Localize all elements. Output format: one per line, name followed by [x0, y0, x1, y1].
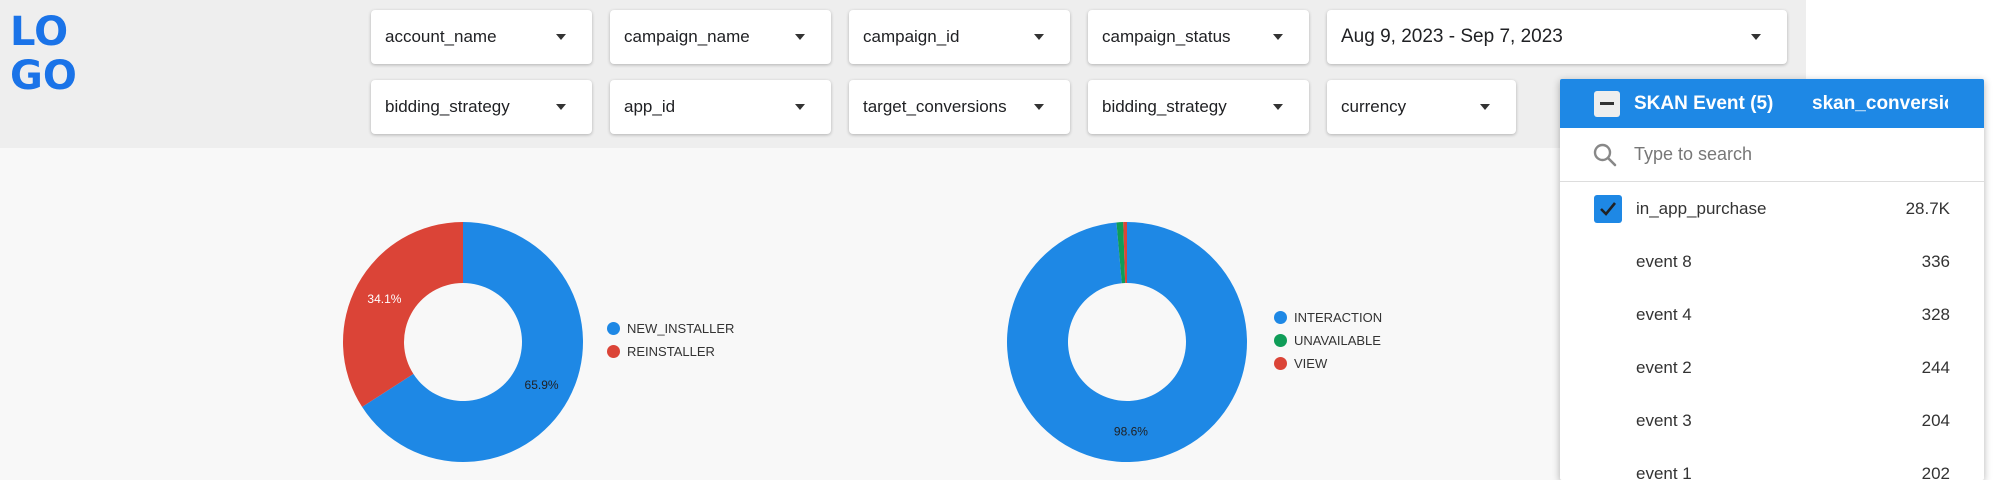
- legend-item: VIEW: [1274, 352, 1382, 375]
- filter-label: account_name: [385, 27, 497, 46]
- dropdown-search[interactable]: Type to search: [1560, 128, 1984, 182]
- checkbox[interactable]: [1594, 354, 1622, 382]
- filter-app-id[interactable]: app_id: [610, 80, 831, 134]
- item-count: 244: [1921, 357, 1950, 377]
- dropdown-arrow-icon: [1034, 34, 1044, 40]
- dropdown-arrow-icon: [795, 34, 805, 40]
- item-name: event 8: [1636, 251, 1692, 271]
- legend-swatch: [607, 322, 620, 335]
- legend-item: UNAVAILABLE: [1274, 329, 1382, 352]
- legend-item: INTERACTION: [1274, 306, 1382, 329]
- list-item[interactable]: event 8 336: [1560, 235, 1984, 288]
- legend-item: REINSTALLER: [607, 340, 734, 363]
- item-count: 328: [1921, 304, 1950, 324]
- item-count: 336: [1921, 251, 1950, 271]
- list-item[interactable]: event 2 244: [1560, 341, 1984, 394]
- date-range-label: Aug 9, 2023 - Sep 7, 2023: [1341, 26, 1563, 47]
- filter-label: app_id: [624, 97, 676, 116]
- list-item[interactable]: event 1 202: [1560, 447, 1984, 480]
- filter-campaign-status[interactable]: campaign_status: [1088, 10, 1309, 64]
- dropdown-arrow-icon: [1034, 104, 1044, 110]
- dropdown-arrow-icon: [556, 34, 566, 40]
- dropdown-column-header[interactable]: skan_conversion_value: [1812, 93, 1948, 115]
- item-name: in_app_purchase: [1636, 198, 1767, 218]
- item-name: event 3: [1636, 410, 1692, 430]
- filter-label: target_conversions: [863, 97, 1007, 116]
- filter-campaign-id[interactable]: campaign_id: [849, 10, 1070, 64]
- legend-label: UNAVAILABLE: [1294, 333, 1381, 348]
- item-count: 204: [1921, 410, 1950, 430]
- legend-swatch: [1274, 334, 1287, 347]
- legend-swatch: [607, 345, 620, 358]
- list-item[interactable]: in_app_purchase 28.7K: [1560, 182, 1984, 235]
- slice-data-label: 34.1%: [367, 292, 401, 306]
- date-range-picker[interactable]: Aug 9, 2023 - Sep 7, 2023: [1327, 10, 1787, 64]
- check-icon: [1600, 201, 1617, 216]
- dropdown-arrow-icon: [556, 104, 566, 110]
- logo-line-1: LO: [10, 9, 69, 55]
- checkbox[interactable]: [1594, 248, 1622, 276]
- dropdown-header: SKAN Event (5) skan_conversion_value: [1560, 79, 1984, 128]
- dropdown-arrow-icon: [1751, 34, 1761, 40]
- install-type-donut-chart: 65.9% 34.1%: [342, 222, 583, 462]
- dropdown-arrow-icon: [795, 104, 805, 110]
- dropdown-arrow-icon: [1273, 34, 1283, 40]
- select-all-checkbox[interactable]: [1594, 90, 1620, 117]
- dropdown-arrow-icon: [1273, 104, 1283, 110]
- minus-icon: [1600, 102, 1614, 105]
- slice-data-label: 65.9%: [525, 378, 559, 392]
- report-canvas: [0, 148, 1806, 480]
- dropdown-title: SKAN Event (5): [1634, 92, 1774, 114]
- dropdown-arrow-icon: [1480, 104, 1490, 110]
- legend-item: NEW_INSTALLER: [607, 317, 734, 340]
- item-name: event 2: [1636, 357, 1692, 377]
- filter-bidding-strategy-2[interactable]: bidding_strategy: [1088, 80, 1309, 134]
- logo: LO GO: [8, 8, 88, 96]
- search-placeholder: Type to search: [1634, 144, 1753, 164]
- filter-label: campaign_name: [624, 27, 750, 46]
- legend-label: INTERACTION: [1294, 310, 1383, 325]
- filter-label: campaign_status: [1102, 27, 1231, 46]
- checkbox[interactable]: [1594, 301, 1622, 329]
- interaction-type-donut-chart: 98.6%: [1007, 222, 1247, 462]
- filter-label: bidding_strategy: [385, 97, 510, 116]
- filter-target-conversions[interactable]: target_conversions: [849, 80, 1070, 134]
- item-count: 28.7K: [1905, 198, 1950, 218]
- donut-slice-reinstaller[interactable]: [342, 222, 463, 407]
- list-item[interactable]: event 3 204: [1560, 394, 1984, 447]
- legend-label: VIEW: [1294, 356, 1328, 371]
- logo-line-2: GO: [10, 53, 77, 99]
- legend-label: NEW_INSTALLER: [627, 321, 735, 336]
- checkbox[interactable]: [1594, 460, 1622, 480]
- filter-account-name[interactable]: account_name: [371, 10, 592, 64]
- install-type-legend: NEW_INSTALLER REINSTALLER: [607, 317, 734, 363]
- checkbox[interactable]: [1594, 194, 1622, 223]
- slice-data-label: 98.6%: [1114, 424, 1148, 438]
- legend-label: REINSTALLER: [627, 344, 715, 359]
- item-name: event 4: [1636, 304, 1692, 324]
- filter-label: currency: [1341, 97, 1407, 116]
- filter-currency[interactable]: currency: [1327, 80, 1516, 134]
- list-item[interactable]: event 4 328: [1560, 288, 1984, 341]
- filter-campaign-name[interactable]: campaign_name: [610, 10, 831, 64]
- checkbox[interactable]: [1594, 407, 1622, 435]
- item-count: 202: [1921, 463, 1950, 480]
- filter-bidding-strategy[interactable]: bidding_strategy: [371, 80, 592, 134]
- legend-swatch: [1274, 357, 1287, 370]
- filter-label: bidding_strategy: [1102, 97, 1227, 116]
- item-name: event 1: [1636, 463, 1692, 480]
- skan-event-dropdown: SKAN Event (5) skan_conversion_value Typ…: [1560, 79, 1984, 480]
- search-icon: [1593, 143, 1617, 166]
- legend-swatch: [1274, 311, 1287, 324]
- filter-label: campaign_id: [863, 27, 960, 46]
- interaction-type-legend: INTERACTION UNAVAILABLE VIEW: [1274, 306, 1382, 375]
